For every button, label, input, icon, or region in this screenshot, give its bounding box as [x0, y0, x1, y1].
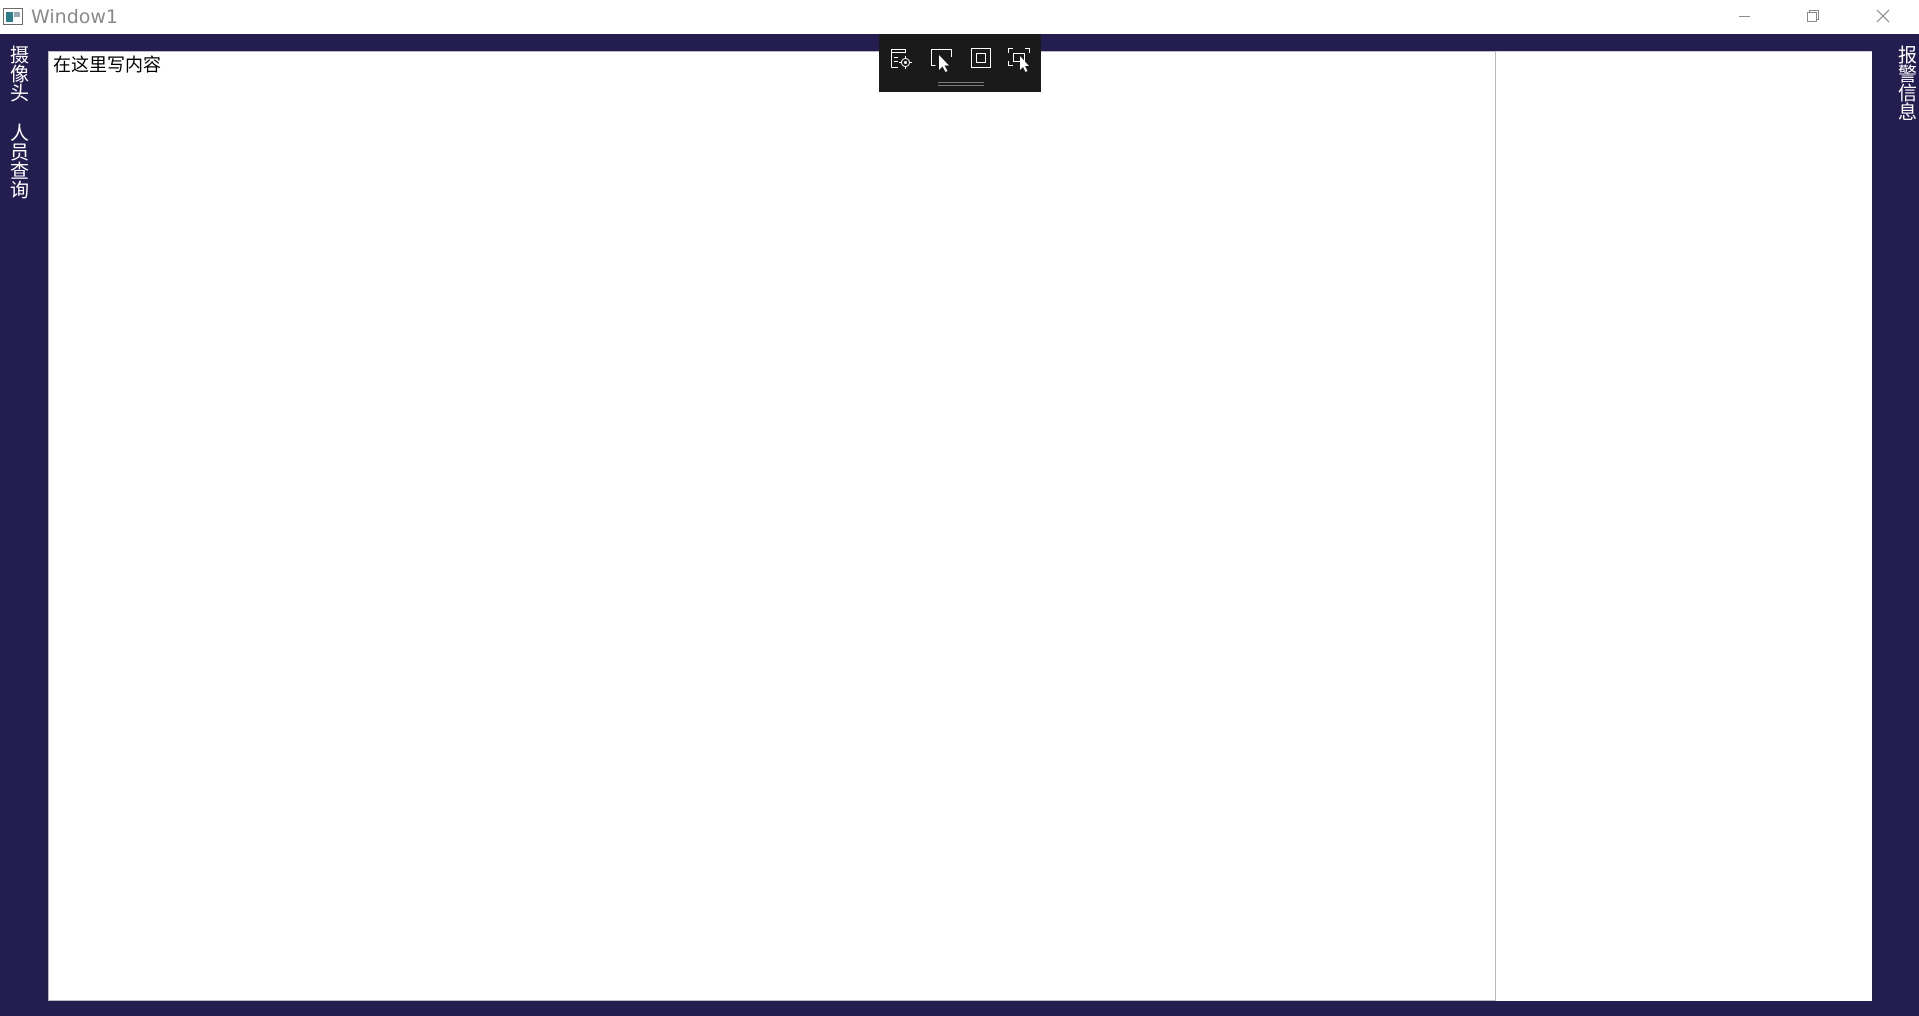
main-content-panel: 在这里写内容 [48, 51, 1496, 1001]
app-window-icon [3, 8, 23, 25]
debug-toolbar [879, 34, 1041, 92]
select-element-button[interactable] [927, 45, 957, 73]
display-layout-adorners-button[interactable] [966, 45, 996, 73]
title-bar[interactable]: Window1 [0, 0, 1919, 34]
content-placeholder-text: 在这里写内容 [53, 55, 161, 76]
window-title: Window1 [31, 6, 119, 28]
display-layout-adorners-icon [971, 48, 991, 68]
live-visual-tree-icon [891, 49, 912, 69]
application-window: Window1 摄像头 人员查询 在这里写内容 报警信息 [0, 0, 1919, 1016]
tab-alarm-info[interactable]: 报警信息 [1893, 45, 1919, 121]
track-focused-element-icon [1008, 48, 1030, 72]
alarm-panel [1496, 51, 1872, 1001]
close-button[interactable] [1851, 0, 1919, 34]
select-element-icon [931, 49, 952, 72]
left-nav-bar: 摄像头 人员查询 [0, 34, 48, 1016]
toolbar-drag-handle[interactable] [938, 82, 984, 86]
right-nav-bar [1872, 34, 1919, 1016]
live-visual-tree-button[interactable] [887, 45, 917, 73]
tab-person-query[interactable]: 人员查询 [5, 123, 31, 199]
client-area: 摄像头 人员查询 在这里写内容 报警信息 [0, 34, 1919, 1016]
restore-button[interactable] [1778, 0, 1846, 34]
minimize-button[interactable] [1710, 0, 1778, 34]
restore-icon [1807, 10, 1819, 22]
track-focused-element-button[interactable] [1005, 45, 1035, 73]
tab-camera[interactable]: 摄像头 [5, 45, 31, 102]
minimize-icon [1739, 16, 1750, 17]
close-icon [1876, 9, 1890, 23]
